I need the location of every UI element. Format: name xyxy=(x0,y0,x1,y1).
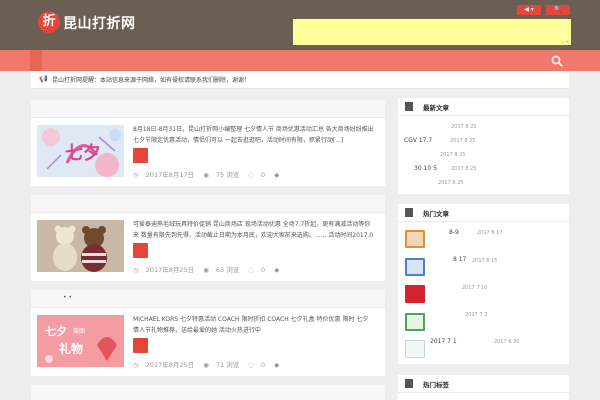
fire-icon xyxy=(405,208,413,217)
top-header: 折 昆山打折网 ◀ ▾ 🔍 ▷ ✕ xyxy=(0,0,600,50)
post-excerpt: 可爱泰迪熊毛绒玩具特价促销 昆山商场店 现场活动优惠 全场7.7折起，更有满减活… xyxy=(133,221,374,239)
post-date: 2017年8月25日 xyxy=(145,361,195,369)
eye-icon: ◉ xyxy=(203,171,209,179)
tags-widget: 热门标签 xyxy=(398,375,569,400)
svg-text:七夕: 七夕 xyxy=(65,142,101,164)
post-views: 71 浏览 xyxy=(215,361,240,369)
widget-title: 热门文章 xyxy=(423,210,449,218)
list-icon xyxy=(405,102,413,111)
post-header: • • xyxy=(31,290,385,308)
hot-post-date: 2017 7 10 xyxy=(462,285,488,291)
latest-post-date: 2017 8 25 xyxy=(440,152,466,158)
latest-post-date: 2017 8 25 xyxy=(438,180,464,186)
tag-icon[interactable]: ◆ xyxy=(274,171,279,179)
widget-header: 热门标签 xyxy=(398,375,569,393)
post-views: 63 浏览 xyxy=(215,266,240,274)
post-card: • • 七夕 美图 礼物 MICHAEL KORS 七夕特惠活动 COACH 限… xyxy=(31,290,385,376)
hot-post-thumbnail[interactable] xyxy=(405,313,425,331)
post-header-text: • • xyxy=(63,294,72,301)
post-date: 2017年8月25日 xyxy=(145,266,195,274)
latest-post-date: 2017 8 25 xyxy=(451,124,477,130)
comment-icon[interactable]: ◌ xyxy=(248,171,254,179)
hot-post-link[interactable]: 2017 7 1 xyxy=(430,338,457,345)
post-comments[interactable]: 0 xyxy=(261,266,265,274)
post-views: 75 浏览 xyxy=(215,171,240,179)
clock-icon: ◷ xyxy=(133,266,139,274)
hot-post-date: 2017 8 17 xyxy=(477,230,503,236)
hot-post-thumbnail[interactable] xyxy=(405,340,425,358)
language-button[interactable]: ◀ ▾ xyxy=(517,5,541,15)
read-more-button[interactable] xyxy=(133,243,148,258)
hot-post-date: 2017 6 30 xyxy=(494,339,520,345)
post-meta: ◷ 2017年8月25日 ◉ 63 浏览 ◌ 0 ◆ xyxy=(133,264,286,274)
tag-icon xyxy=(405,379,413,388)
hot-posts-widget: 热门文章 8-9 2017 8 17 8 17 2017 8 15 2017 7… xyxy=(398,204,569,364)
post-thumbnail[interactable]: 七夕 xyxy=(37,125,124,177)
hot-post-thumbnail[interactable] xyxy=(405,285,425,303)
tag-icon[interactable]: ◆ xyxy=(274,361,279,369)
post-comments[interactable]: 0 xyxy=(261,171,265,179)
svg-text:礼物: 礼物 xyxy=(59,341,83,356)
post-thumbnail[interactable]: 七夕 美图 礼物 xyxy=(37,315,124,367)
read-more-button[interactable] xyxy=(133,148,148,163)
post-header xyxy=(31,100,385,118)
search-icon[interactable] xyxy=(550,54,564,68)
tag-icon[interactable]: ◆ xyxy=(274,266,279,274)
post-thumbnail[interactable] xyxy=(37,220,124,272)
user-button[interactable]: 🔍 xyxy=(546,5,570,15)
post-header xyxy=(31,385,385,400)
svg-text:美图: 美图 xyxy=(73,327,85,335)
latest-post-link[interactable]: CGV 17.7 xyxy=(404,137,432,144)
eye-icon: ◉ xyxy=(203,266,209,274)
main-nav xyxy=(0,50,600,71)
eye-icon: ◉ xyxy=(203,361,209,369)
ad-choices-icon[interactable]: ▷ ✕ xyxy=(561,39,569,44)
post-excerpt: 8月18日-8月31日，昆山打折网小编整理 七夕情人节 商场优惠活动汇总 各大商… xyxy=(133,126,374,144)
post-header xyxy=(31,195,385,213)
latest-post-date: 2017 8 25 xyxy=(450,138,476,144)
latest-post-link[interactable]: 30 10 5 xyxy=(414,165,437,172)
widget-title: 最新文章 xyxy=(423,104,449,112)
post-card: 可爱泰迪熊毛绒玩具特价促销 昆山商场店 现场活动优惠 全场7.7折起，更有满减活… xyxy=(31,195,385,281)
widget-header: 热门文章 xyxy=(398,204,569,222)
read-more-button[interactable] xyxy=(133,338,148,353)
post-meta: ◷ 2017年8月25日 ◉ 71 浏览 ◌ 0 ◆ xyxy=(133,359,286,369)
latest-post-date: 2017 8 25 xyxy=(451,166,477,172)
widget-header: 最新文章 xyxy=(398,98,569,116)
hot-post-thumbnail[interactable] xyxy=(405,230,425,248)
post-card xyxy=(31,385,385,400)
hot-post-link[interactable]: 8 17 xyxy=(453,256,466,263)
notice-bar: 📢 昆山打折网提醒：本站信息来源于网络，如有侵权请联系我们删除，谢谢！ xyxy=(31,71,569,89)
hot-post-date: 2017 7 3 xyxy=(465,312,488,318)
clock-icon: ◷ xyxy=(133,171,139,179)
ad-banner[interactable]: ▷ ✕ xyxy=(293,19,571,45)
post-comments[interactable]: 0 xyxy=(261,361,265,369)
logo-badge[interactable]: 折 xyxy=(38,11,60,33)
post-meta: ◷ 2017年8月17日 ◉ 75 浏览 ◌ 0 ◆ xyxy=(133,169,286,179)
svg-text:七夕: 七夕 xyxy=(45,324,67,338)
nav-home-item[interactable] xyxy=(30,50,42,71)
widget-title: 热门标签 xyxy=(423,381,449,389)
post-date: 2017年8月17日 xyxy=(145,171,195,179)
clock-icon: ◷ xyxy=(133,361,139,369)
hot-post-link[interactable]: 8-9 xyxy=(449,229,459,236)
latest-posts-widget: 最新文章 2017 8 25 CGV 17.7 2017 8 25 2017 8… xyxy=(398,98,569,194)
megaphone-icon: 📢 xyxy=(39,75,48,83)
post-excerpt: MICHAEL KORS 七夕特惠活动 COACH 限时折扣 COACH 七夕礼… xyxy=(133,316,369,334)
hot-post-thumbnail[interactable] xyxy=(405,258,425,276)
hot-post-date: 2017 8 15 xyxy=(472,258,498,264)
post-card: 七夕 8月18日-8月31日，昆山打折网小编整理 七夕情人节 商场优惠活动汇总 … xyxy=(31,100,385,186)
comment-icon[interactable]: ◌ xyxy=(248,266,254,274)
notice-text: 昆山打折网提醒：本站信息来源于网络，如有侵权请联系我们删除，谢谢！ xyxy=(52,77,251,84)
site-logo-text[interactable]: 昆山打折网 xyxy=(63,13,136,33)
comment-icon[interactable]: ◌ xyxy=(248,361,254,369)
